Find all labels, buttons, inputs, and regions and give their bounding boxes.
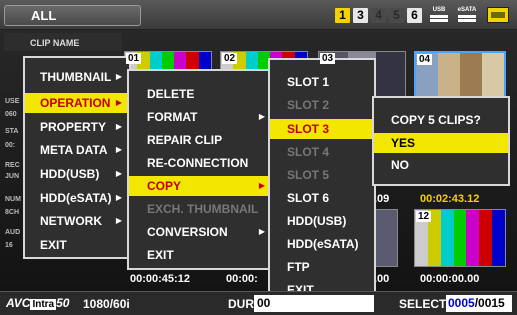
side-info-num: NUM	[5, 196, 21, 203]
side-info-num-value: 8CH	[5, 209, 20, 216]
slot-indicator-4: 4	[371, 8, 386, 23]
usb-port-icon: USB	[428, 6, 450, 26]
menu-item-slot-6[interactable]: SLOT 6	[270, 188, 374, 208]
chevron-right-icon: ▶	[115, 193, 122, 202]
side-info-aud-value: 16	[5, 242, 13, 249]
slot-indicator-5: 5	[389, 8, 404, 23]
select-count-label: SELECT	[399, 297, 447, 311]
menu-item-operation[interactable]: OPERATION ▶	[25, 93, 129, 113]
timecode-partial-2: .09	[374, 193, 390, 205]
duration-label: DUR	[228, 297, 254, 311]
timecode-2: 00:00:	[226, 273, 258, 285]
total-count: /0015	[474, 296, 505, 310]
operation-menu: DELETE FORMAT ▶ REPAIR CLIP RE-CONNECTION…	[127, 69, 274, 270]
esata-port-icon: eSATA	[456, 6, 478, 26]
menu-item-slot-2[interactable]: SLOT 2	[270, 95, 374, 115]
main-menu: THUMBNAIL ▶ OPERATION ▶ PROPERTY ▶ META DAT…	[23, 56, 131, 259]
top-status-bar: ALL 1 3 4 5 6 USB eSATA	[0, 0, 517, 30]
menu-item-slot-4[interactable]: SLOT 4	[270, 142, 374, 162]
side-info-rec: REC	[5, 162, 20, 169]
clip-thumbnail-12[interactable]: 12	[414, 209, 506, 267]
menu-item-ftp[interactable]: FTP	[270, 257, 374, 277]
timecode-4: 00:00:00.00	[420, 273, 480, 285]
menu-item-slot-3[interactable]: SLOT 3	[270, 119, 374, 139]
battery-icon	[487, 7, 509, 23]
menu-item-format[interactable]: FORMAT ▶	[129, 107, 272, 127]
menu-item-hdd-esata-dest[interactable]: HDD(eSATA)	[270, 234, 374, 254]
menu-item-copy[interactable]: COPY ▶	[129, 176, 272, 196]
menu-item-thumbnail[interactable]: THUMBNAIL ▶	[25, 67, 129, 87]
chevron-right-icon: ▶	[258, 227, 265, 236]
menu-item-operation-exit[interactable]: EXIT	[129, 245, 272, 265]
side-info-use: USE	[5, 98, 20, 105]
menu-item-slot-1[interactable]: SLOT 1	[270, 72, 374, 92]
select-count-box: 0005/0015	[446, 295, 512, 312]
side-info-start-value: 00:	[5, 142, 16, 149]
chevron-right-icon: ▶	[258, 181, 265, 190]
bottom-status-bar: AVC Intra 50 1080/60i DUR 00 SELECT 0005/0…	[0, 291, 517, 315]
menu-item-hdd-esata[interactable]: HDD(eSATA) ▶	[25, 188, 129, 208]
confirm-no-option[interactable]: NO	[374, 155, 508, 175]
chevron-right-icon: ▶	[115, 216, 122, 225]
menu-item-hdd-usb[interactable]: HDD(USB) ▶	[25, 164, 129, 184]
timecode-highlight: 00:02:43.12	[420, 193, 480, 205]
side-info-use-value: 060	[5, 111, 17, 118]
confirm-question: COPY 5 CLIPS?	[391, 113, 481, 127]
side-info-rec-value: JUN	[5, 173, 20, 180]
chevron-right-icon: ▶	[115, 122, 122, 131]
menu-item-repair-clip[interactable]: REPAIR CLIP	[129, 130, 272, 150]
clip-name-header: CLIP NAME	[4, 33, 122, 51]
timecode-1: 00:00:45:12	[130, 273, 190, 285]
menu-item-exch-thumbnail[interactable]: EXCH. THUMBNAIL	[129, 199, 272, 219]
menu-item-hdd-usb-dest[interactable]: HDD(USB)	[270, 211, 374, 231]
chevron-right-icon: ▶	[115, 169, 122, 178]
avc-intra-logo: AVC Intra 50	[6, 296, 70, 310]
timecode-3: .00	[374, 273, 390, 285]
menu-item-delete[interactable]: DELETE	[129, 84, 272, 104]
copy-destination-menu: SLOT 1 SLOT 2 SLOT 3 SLOT 4 SLOT 5 SLOT …	[268, 58, 376, 302]
copy-confirm-dialog: COPY 5 CLIPS? YES NO	[372, 96, 510, 186]
clip-browser-screen: ALL 1 3 4 5 6 USB eSATA CLIP NAME USE 06…	[0, 0, 517, 315]
side-info-start: STA	[5, 128, 19, 135]
confirm-yes-option[interactable]: YES	[374, 133, 508, 153]
chevron-right-icon: ▶	[258, 112, 265, 121]
chevron-right-icon: ▶	[115, 72, 122, 81]
menu-item-slot-5[interactable]: SLOT 5	[270, 165, 374, 185]
menu-item-network[interactable]: NETWORK ▶	[25, 211, 129, 231]
menu-item-conversion[interactable]: CONVERSION ▶	[129, 222, 272, 242]
menu-item-exit[interactable]: EXIT	[25, 235, 129, 255]
duration-value: 00	[254, 295, 374, 312]
selected-count: 0005	[448, 296, 475, 310]
slot-indicator-1: 1	[335, 8, 350, 23]
menu-item-property[interactable]: PROPERTY ▶	[25, 117, 129, 137]
side-info-aud: AUD	[5, 229, 21, 236]
display-mode-label[interactable]: ALL	[4, 5, 141, 26]
video-format-label: 1080/60i	[83, 297, 130, 311]
menu-item-meta-data[interactable]: META DATA ▶	[25, 140, 129, 160]
slot-indicator-6: 6	[407, 8, 422, 23]
slot-indicator-3: 3	[353, 8, 368, 23]
chevron-right-icon: ▶	[115, 98, 122, 107]
chevron-right-icon: ▶	[115, 145, 122, 154]
menu-item-re-connection[interactable]: RE-CONNECTION	[129, 153, 272, 173]
